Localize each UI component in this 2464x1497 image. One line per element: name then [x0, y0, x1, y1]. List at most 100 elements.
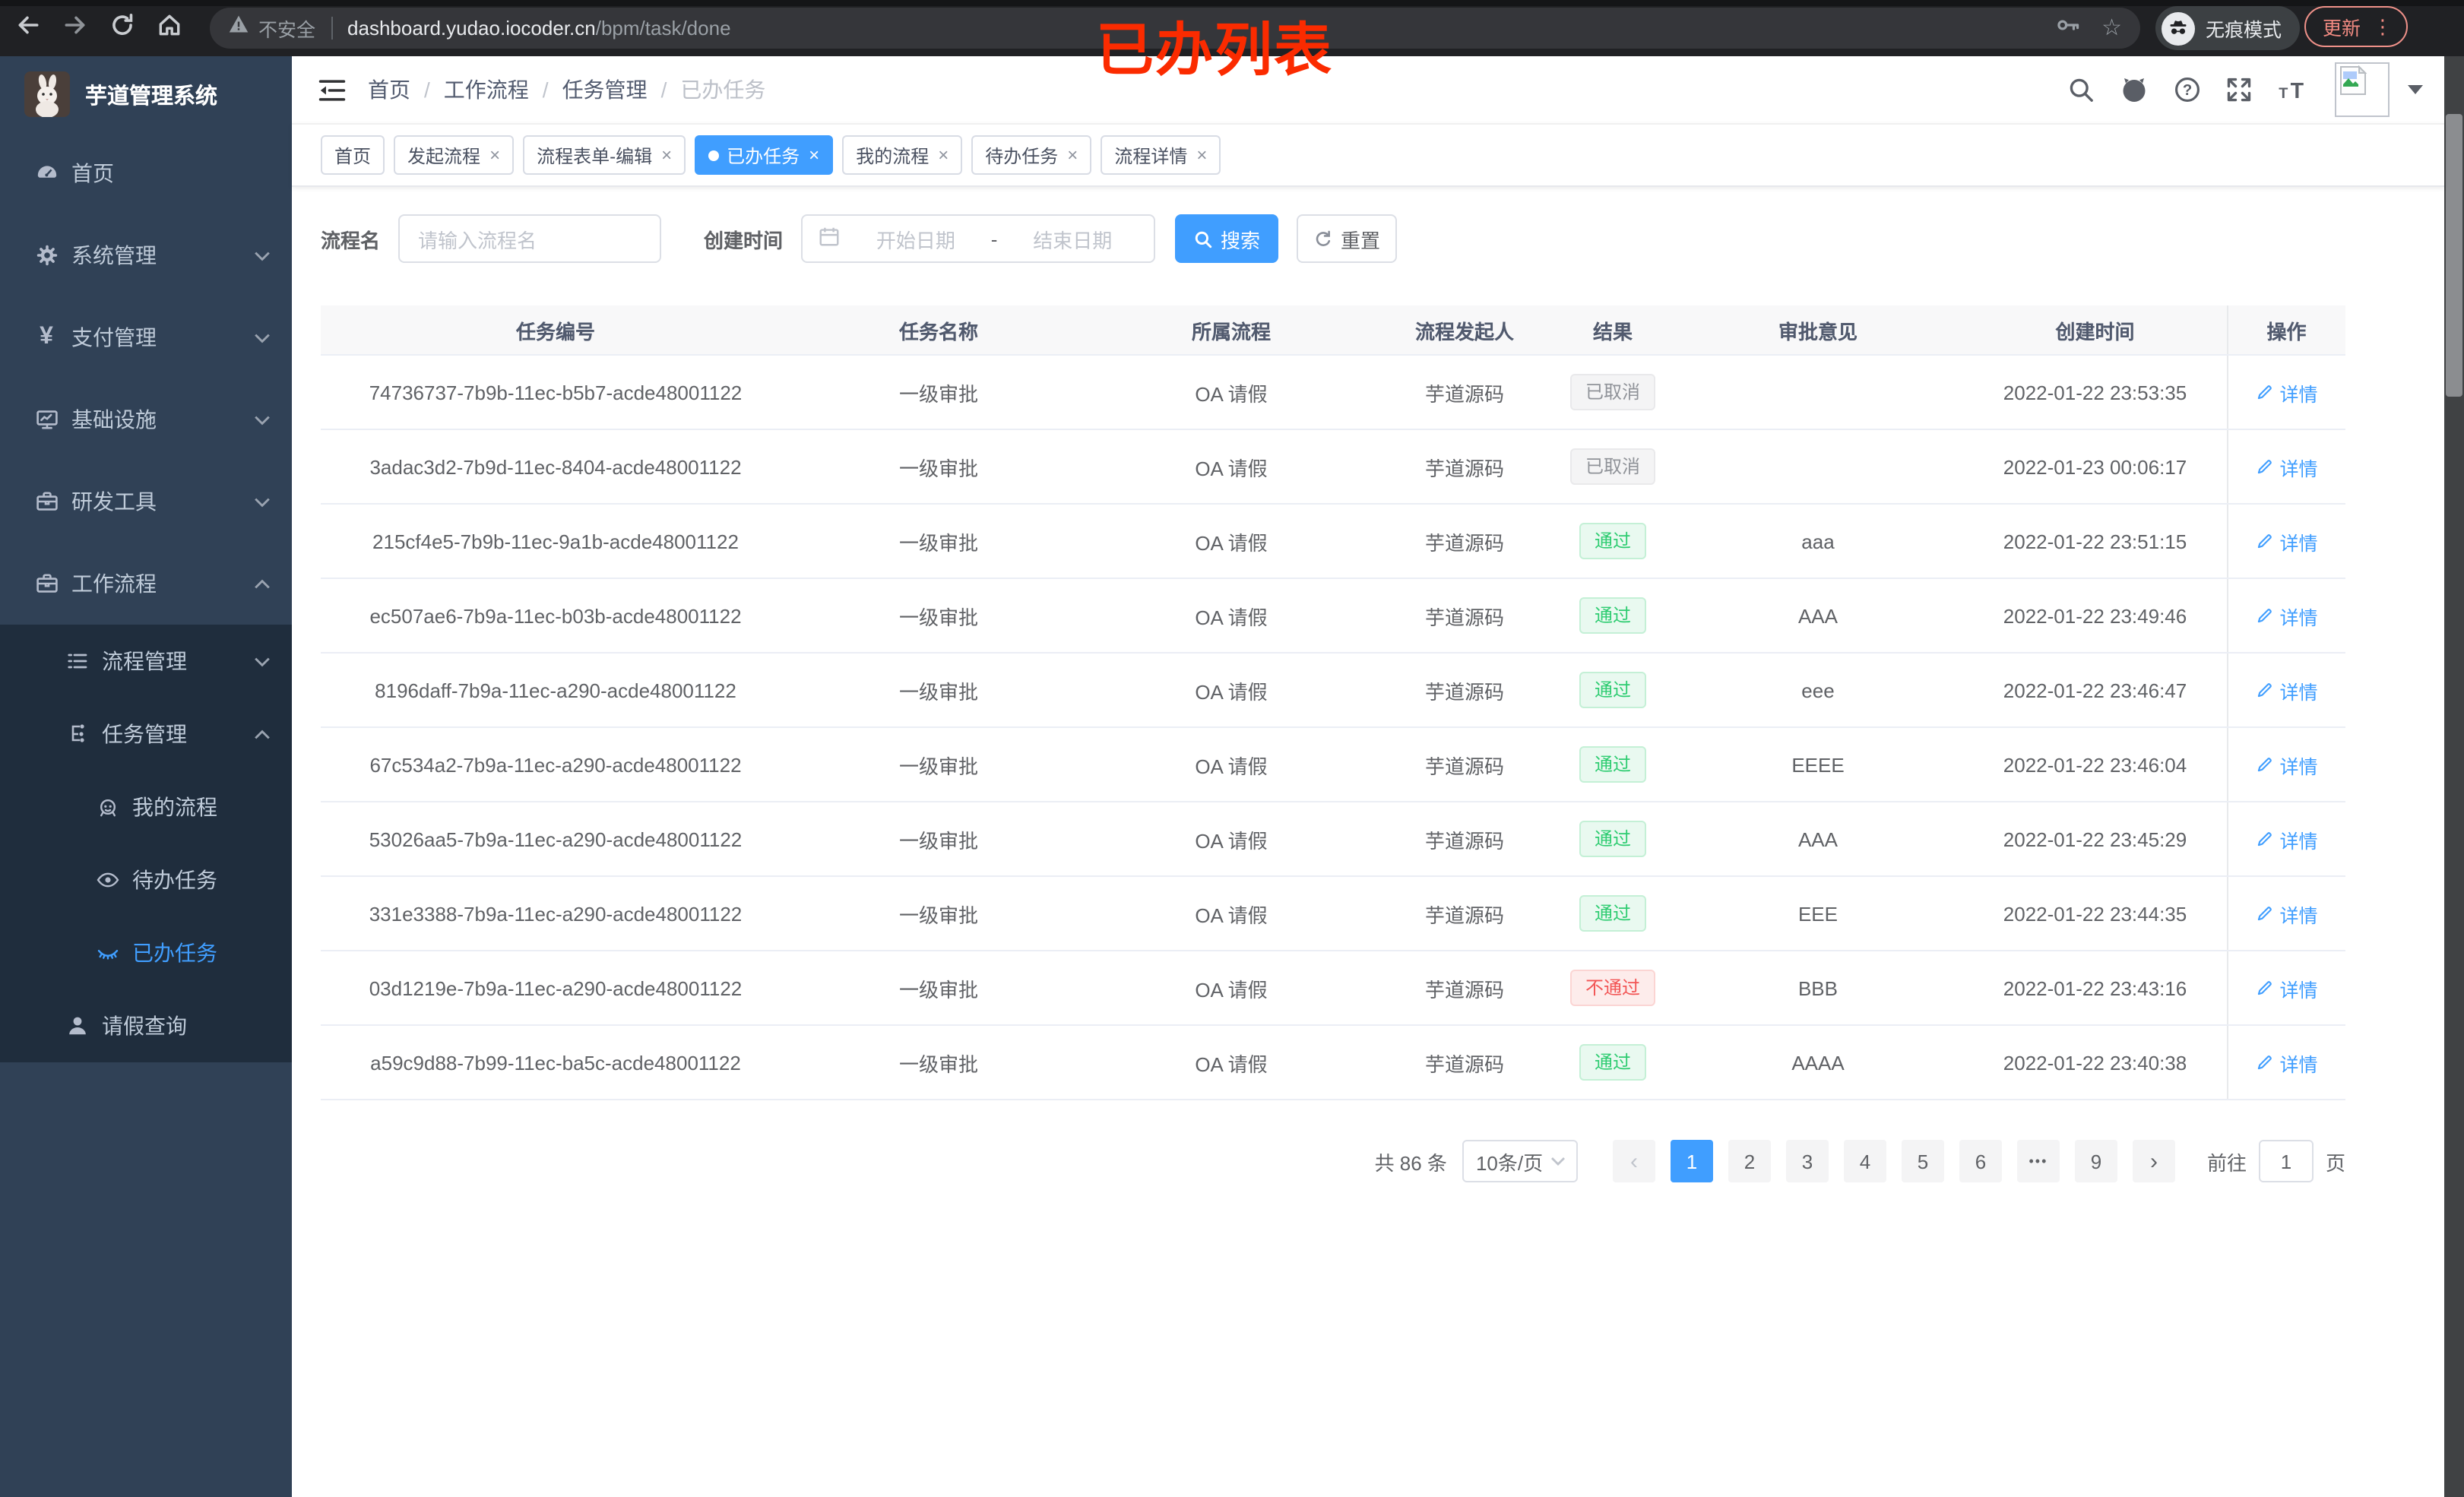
tab-流程表单-编辑[interactable]: 流程表单-编辑 ×: [523, 135, 686, 175]
page-number-button[interactable]: 2: [1728, 1140, 1771, 1182]
header-search-icon[interactable]: [2067, 76, 2095, 103]
sidebar-item-流程管理[interactable]: 流程管理: [0, 625, 292, 698]
cell-task-id: 67c534a2-7b9a-11ec-a290-acde48001122: [321, 727, 790, 802]
tab-close-icon[interactable]: ×: [1196, 144, 1207, 166]
reset-button[interactable]: 重置: [1297, 214, 1398, 263]
browser-menu-dots-icon[interactable]: ⋮: [2373, 14, 2393, 39]
font-size-icon[interactable]: TT: [2277, 76, 2310, 103]
fullscreen-icon[interactable]: [2225, 76, 2253, 103]
sidebar-item-我的流程[interactable]: 我的流程: [0, 771, 292, 843]
saved-password-key-icon[interactable]: [2054, 11, 2080, 45]
browser-update-button[interactable]: 更新 ⋮: [2304, 6, 2409, 47]
page-number-button[interactable]: 5: [1901, 1140, 1944, 1182]
prev-page-button[interactable]: ‹: [1612, 1140, 1655, 1182]
cell-actions: 详情: [2226, 355, 2345, 430]
page-number-button[interactable]: 6: [1959, 1140, 2002, 1182]
goto-unit: 页: [2325, 1151, 2345, 1174]
cell-task-name: 一级审批: [790, 429, 1087, 505]
incognito-icon: [2162, 11, 2195, 45]
tab-已办任务[interactable]: 已办任务 ×: [695, 135, 834, 175]
page-number-button[interactable]: 4: [1843, 1140, 1886, 1182]
avatar-broken-image[interactable]: [2335, 62, 2390, 117]
browser-reload-icon[interactable]: [109, 12, 135, 38]
app-logo-row[interactable]: 芋道管理系统: [0, 56, 292, 132]
tab-close-icon[interactable]: ×: [489, 144, 500, 166]
tab-close-icon[interactable]: ×: [938, 144, 949, 166]
browser-back-icon[interactable]: [15, 12, 41, 38]
cell-result: 已取消: [1553, 355, 1672, 430]
tab-close-icon[interactable]: ×: [661, 144, 672, 166]
goto-page-input[interactable]: 1: [2258, 1140, 2314, 1182]
bookmark-star-icon[interactable]: ☆: [2101, 17, 2122, 40]
table-body: 74736737-7b9b-11ec-b5b7-acde48001122 一级审…: [321, 355, 2345, 1100]
sidebar-item-工作流程[interactable]: 工作流程: [0, 543, 292, 625]
date-end-placeholder[interactable]: 结束日期: [1006, 224, 1139, 253]
sidebar-item-研发工具[interactable]: 研发工具: [0, 460, 292, 543]
detail-link[interactable]: 详情: [2255, 601, 2318, 630]
tab-close-icon[interactable]: ×: [809, 144, 819, 166]
tab-发起流程[interactable]: 发起流程 ×: [394, 135, 515, 175]
cell-task-name: 一级审批: [790, 876, 1087, 951]
detail-link[interactable]: 详情: [2255, 378, 2318, 407]
breadcrumb-item[interactable]: 首页: [368, 74, 410, 105]
cell-create-time: 2022-01-23 00:06:17: [1964, 429, 2227, 505]
tab-流程详情[interactable]: 流程详情 ×: [1101, 135, 1221, 175]
svg-text:T: T: [2291, 79, 2304, 103]
yen-icon: ¥: [40, 324, 53, 350]
sidebar-item-首页[interactable]: 首页: [0, 132, 292, 214]
tab-close-icon[interactable]: ×: [1067, 144, 1078, 166]
sidebar-item-任务管理[interactable]: 任务管理: [0, 698, 292, 771]
next-page-button[interactable]: ›: [2132, 1140, 2175, 1182]
page-number-button[interactable]: 3: [1785, 1140, 1829, 1182]
detail-link[interactable]: 详情: [2255, 1048, 2318, 1077]
github-icon[interactable]: [2119, 74, 2149, 105]
detail-link[interactable]: 详情: [2255, 527, 2318, 555]
more-pages-button[interactable]: •••: [2016, 1140, 2060, 1182]
security-label[interactable]: 不安全: [258, 14, 315, 43]
cell-task-name: 一级审批: [790, 653, 1087, 728]
sidebar-fold-icon[interactable]: [315, 73, 348, 106]
detail-link[interactable]: 详情: [2255, 824, 2318, 853]
avatar-caret-down-icon[interactable]: [2408, 85, 2423, 94]
cell-task-id: ec507ae6-7b9a-11ec-b03b-acde48001122: [321, 578, 790, 654]
sidebar-item-待办任务[interactable]: 待办任务: [0, 843, 292, 916]
cell-result: 通过: [1553, 653, 1672, 728]
breadcrumb: 首页 / 工作流程 / 任务管理 / 已办任务: [368, 74, 765, 105]
date-start-placeholder[interactable]: 开始日期: [850, 224, 982, 253]
detail-link[interactable]: 详情: [2255, 452, 2318, 481]
detail-label: 详情: [2279, 682, 2318, 703]
scrollbar-thumb[interactable]: [2446, 114, 2462, 397]
url-text[interactable]: dashboard.yudao.iocoder.cn/bpm/task/done: [347, 17, 731, 40]
sidebar-item-支付管理[interactable]: ¥ 支付管理: [0, 296, 292, 378]
sidebar-item-已办任务[interactable]: 已办任务: [0, 916, 292, 989]
tab-待办任务[interactable]: 待办任务 ×: [971, 135, 1092, 175]
sidebar-item-基础设施[interactable]: 基础设施: [0, 378, 292, 460]
tab-首页[interactable]: 首页 ×: [321, 135, 385, 175]
table-row: 03d1219e-7b9a-11ec-a290-acde48001122 一级审…: [321, 951, 2345, 1026]
detail-link[interactable]: 详情: [2255, 973, 2318, 1002]
page-size-select[interactable]: 10条/页: [1462, 1140, 1578, 1182]
page-number-button[interactable]: 9: [2074, 1140, 2117, 1182]
menu-item-label: 研发工具: [71, 489, 157, 514]
detail-link[interactable]: 详情: [2255, 899, 2318, 928]
cell-task-id: 74736737-7b9b-11ec-b5b7-acde48001122: [321, 355, 790, 430]
cell-actions: 详情: [2226, 504, 2345, 579]
detail-link[interactable]: 详情: [2255, 676, 2318, 704]
browser-forward-icon[interactable]: [62, 12, 88, 38]
tab-我的流程[interactable]: 我的流程 ×: [842, 135, 963, 175]
browser-home-icon[interactable]: [157, 12, 182, 38]
date-range-picker[interactable]: 开始日期 - 结束日期: [801, 214, 1156, 263]
tab-label: 流程表单-编辑: [537, 145, 653, 166]
search-button[interactable]: 搜索: [1175, 214, 1279, 263]
breadcrumb-item[interactable]: 任务管理: [562, 74, 648, 105]
sidebar-item-请假查询[interactable]: 请假查询: [0, 989, 292, 1062]
browser-scrollbar[interactable]: [2444, 56, 2464, 1497]
sidebar-item-系统管理[interactable]: 系统管理: [0, 214, 292, 296]
result-badge: 通过: [1579, 597, 1646, 634]
help-icon[interactable]: ?: [2174, 76, 2201, 103]
process-name-input[interactable]: 请输入流程名: [398, 214, 662, 263]
done-task-table: 任务编号 任务名称 所属流程 流程发起人 结果 审批意见 创建时间 操作 74736737-7…: [321, 305, 2345, 1100]
breadcrumb-item[interactable]: 工作流程: [444, 74, 529, 105]
detail-link[interactable]: 详情: [2255, 750, 2318, 779]
page-number-button[interactable]: 1: [1670, 1140, 1713, 1182]
